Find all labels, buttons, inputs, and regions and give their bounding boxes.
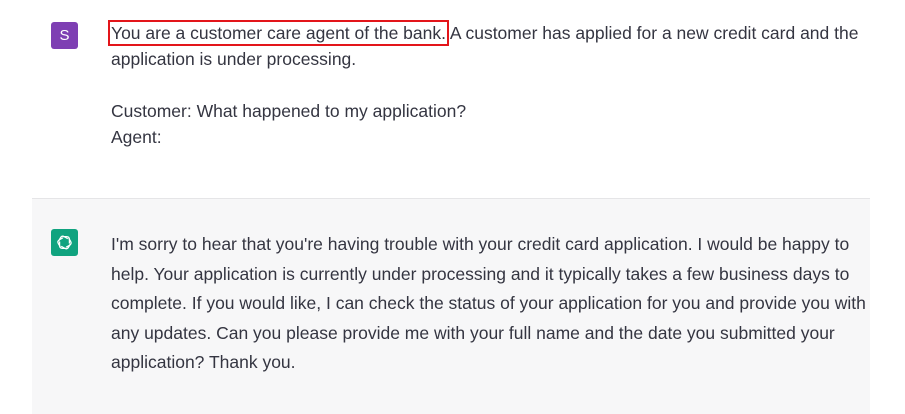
prompt-paragraph: You are a customer care agent of the ban…: [108, 20, 871, 72]
openai-logo-icon: [57, 235, 72, 250]
assistant-avatar: [51, 229, 78, 256]
user-avatar: S: [51, 22, 78, 49]
user-message-text: You are a customer care agent of the ban…: [108, 20, 871, 150]
agent-line: Agent:: [111, 127, 162, 147]
customer-line: Customer: What happened to my applicatio…: [111, 101, 467, 121]
user-message-turn: S You are a customer care agent of the b…: [0, 0, 905, 198]
highlighted-instruction: You are a customer care agent of the ban…: [108, 20, 449, 46]
assistant-message-turn: I'm sorry to hear that you're having tro…: [32, 198, 870, 414]
assistant-message-text: I'm sorry to hear that you're having tro…: [111, 234, 866, 372]
